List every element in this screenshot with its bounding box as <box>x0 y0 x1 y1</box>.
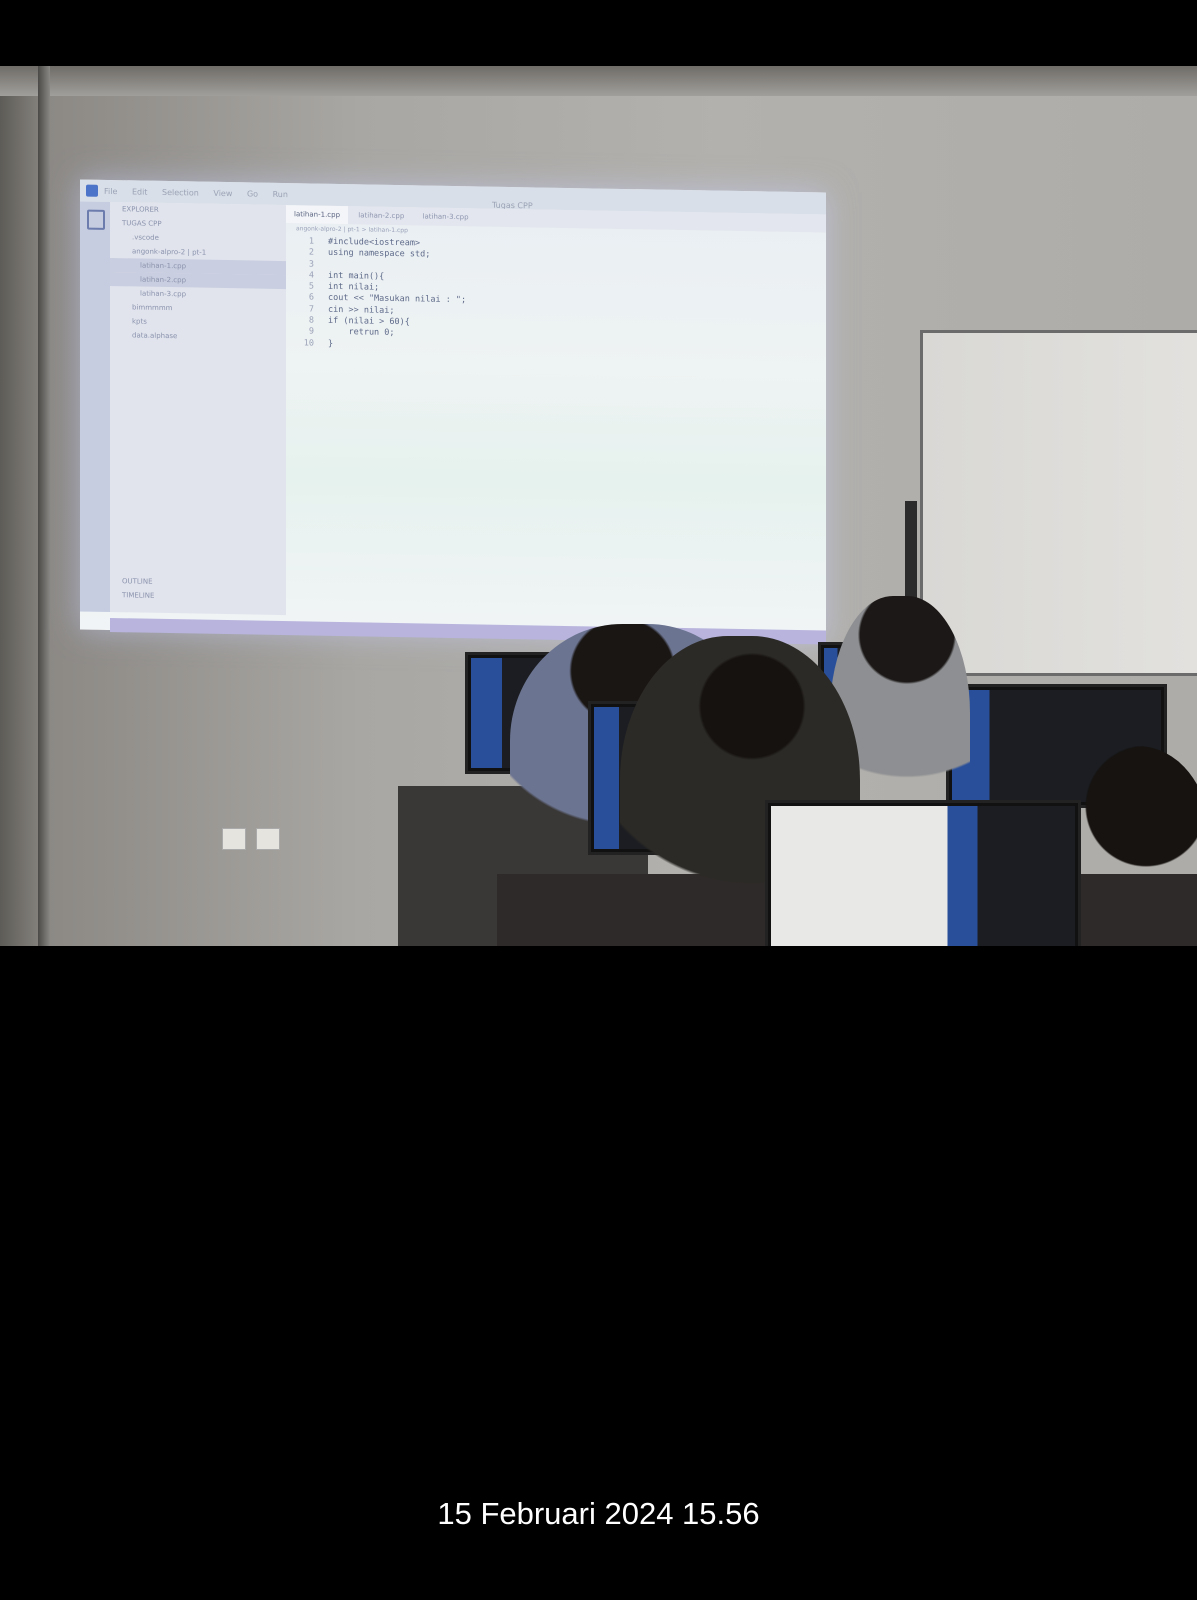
explorer-files-icon <box>87 209 105 230</box>
line-number: 1 <box>308 236 314 247</box>
timeline-section: TIMELINE <box>122 591 155 600</box>
menu-view: View <box>213 188 233 199</box>
wall-socket <box>222 828 246 850</box>
menu-file: File <box>104 186 118 197</box>
line-number: 2 <box>308 247 314 258</box>
code-lines: 1 #include<iostream> 2 using namespace std;… <box>286 236 826 358</box>
line-number: 6 <box>308 292 314 304</box>
code-text: #include<iostream> <box>328 236 421 249</box>
menu-run: Run <box>272 189 288 200</box>
code-text: if (nilai > 60){ <box>328 315 410 328</box>
whiteboard <box>920 330 1197 676</box>
wall-socket <box>256 828 280 850</box>
code-editor: latihan-1.cpp latihan-2.cpp latihan-3.cp… <box>286 205 826 624</box>
line-number: 5 <box>308 281 314 292</box>
classroom-photo: File Edit Selection View Go Run Tugas CP… <box>0 66 1197 946</box>
tab-latihan-3: latihan-3.cpp <box>422 212 469 222</box>
code-text: cout << "Masukan nilai : "; <box>328 293 467 306</box>
vscode-logo-icon <box>86 184 98 197</box>
menu-selection: Selection <box>161 187 199 198</box>
projected-screen: File Edit Selection View Go Run Tugas CP… <box>80 179 826 645</box>
monitor <box>765 800 1081 946</box>
code-text: int nilai; <box>328 282 380 293</box>
menu-edit: Edit <box>131 187 148 197</box>
code-text: using namespace std; <box>328 248 431 260</box>
ceiling <box>0 66 1197 96</box>
wall-corner <box>38 66 50 946</box>
code-text: retrun 0; <box>328 327 395 339</box>
photo-timestamp: 15 Februari 2024 15.56 <box>437 1496 760 1531</box>
menu-go: Go <box>246 189 259 199</box>
tab-latihan-2: latihan-2.cpp <box>358 211 405 221</box>
line-number: 4 <box>308 270 314 281</box>
line-number: 9 <box>308 326 314 337</box>
line-number: 3 <box>308 259 314 270</box>
code-text: int main(){ <box>328 270 385 282</box>
student <box>1050 746 1197 946</box>
code-text: } <box>328 338 334 349</box>
explorer-sidebar: EXPLORER TUGAS CPP .vscode angonk-alpro-… <box>110 202 286 616</box>
tree-item: data.alphase <box>132 331 178 341</box>
tab-latihan-1: latihan-1.cpp <box>286 205 349 225</box>
code-text: cin >> nilai; <box>328 304 395 316</box>
outline-section: OUTLINE <box>122 577 153 586</box>
line-number: 8 <box>308 315 314 326</box>
line-number: 10 <box>303 338 314 349</box>
activity-bar <box>80 201 110 613</box>
line-number: 7 <box>308 304 314 315</box>
